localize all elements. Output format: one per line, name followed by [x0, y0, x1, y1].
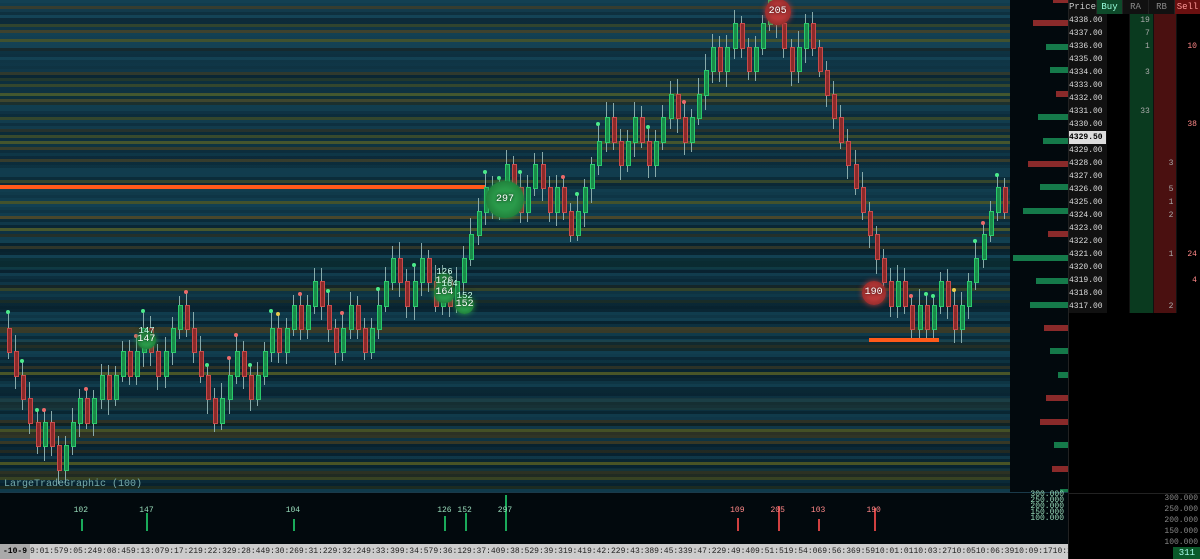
dom-row[interactable]: 4318.00 [1069, 287, 1200, 300]
dom-footer-count: 311 [1173, 547, 1200, 559]
time-tick: 9:51:51 [755, 544, 789, 559]
time-tick: 9:34:57 [400, 544, 434, 559]
time-tick: 9:05:24 [64, 544, 98, 559]
candlesticks [0, 0, 1010, 492]
large-trade-graphic-label: LargeTradeGraphic (100) [4, 479, 142, 490]
vol-bar [465, 513, 467, 531]
vol-bar [444, 516, 446, 531]
time-tick: 9:32:24 [332, 544, 366, 559]
dom-row[interactable]: 4328.003 [1069, 157, 1200, 170]
dom-row[interactable]: 4334.003 [1069, 66, 1200, 79]
time-tick: 9:37:40 [467, 544, 501, 559]
time-tick: 9:33:39 [366, 544, 400, 559]
dom-row[interactable]: 4326.005 [1069, 183, 1200, 196]
time-tick: -10-9 [0, 544, 30, 559]
dom-col-sell[interactable]: Sell [1175, 0, 1200, 14]
dom-row[interactable]: 4329.50 [1069, 131, 1200, 144]
time-tick: 10:06:39 [976, 544, 1014, 559]
dom-col-rb: RB [1149, 0, 1175, 14]
dom-row[interactable]: 4320.00 [1069, 261, 1200, 274]
volume-profile [1010, 0, 1068, 492]
time-tick: 9:42:22 [587, 544, 621, 559]
dom-row[interactable]: 4322.00 [1069, 235, 1200, 248]
time-tick: 9:30:26 [265, 544, 299, 559]
time-tick: 9:41 [568, 544, 587, 559]
time-tick: 9:22:32 [198, 544, 232, 559]
time-tick: 9:47:22 [688, 544, 722, 559]
vol-bar [737, 518, 739, 531]
dom-row[interactable]: 4327.00 [1069, 170, 1200, 183]
time-tick: 9:01:57 [30, 544, 64, 559]
trading-app: [Sim1] Trade 3@4325.00 DPL:0.00P 1471261… [0, 0, 1200, 559]
time-tick: 10:09:17 [1014, 544, 1052, 559]
dom-rows[interactable]: 4338.00194337.0074336.001104335.004334.0… [1069, 14, 1200, 559]
dom-header: Price Buy RA RB Sell [1069, 0, 1200, 14]
vol-bar [81, 519, 83, 531]
dom-row[interactable]: 4332.00 [1069, 92, 1200, 105]
large-trade-bubble: 190 [862, 281, 886, 305]
time-tick: 9:45:33 [654, 544, 688, 559]
time-tick: 9:49:40 [721, 544, 755, 559]
dom-row[interactable]: 4321.00124 [1069, 248, 1200, 261]
depth-of-market[interactable]: Price Buy RA RB Sell 4338.00194337.00743… [1068, 0, 1200, 559]
dom-row[interactable]: 4336.00110 [1069, 40, 1200, 53]
dom-row[interactable]: 4329.00 [1069, 144, 1200, 157]
time-tick: 9:39:31 [534, 544, 568, 559]
dom-row[interactable]: 4319.004 [1069, 274, 1200, 287]
time-tick: 9:59 [856, 544, 875, 559]
time-tick: 9:13:07 [131, 544, 165, 559]
dom-row[interactable]: 4325.001 [1069, 196, 1200, 209]
dom-row[interactable]: 4324.002 [1069, 209, 1200, 222]
time-tick: 9:54:06 [789, 544, 823, 559]
time-tick: 9:08:45 [97, 544, 131, 559]
large-trade-bubble: 297 [486, 181, 523, 218]
time-tick: 10:22:20 [1053, 544, 1068, 559]
time-tick: 9:28:44 [232, 544, 266, 559]
time-axis: -10-99:01:579:05:249:08:459:13:079:17:21… [0, 544, 1068, 559]
time-tick: 9:17:21 [164, 544, 198, 559]
time-tick: 9:56:36 [822, 544, 856, 559]
large-trade-histogram[interactable]: 102147104126152297109205103190100.000150… [0, 492, 1068, 545]
vol-bar [293, 519, 295, 531]
dom-row[interactable]: 4338.0019 [1069, 14, 1200, 27]
time-tick: 9:36:12 [433, 544, 467, 559]
time-tick: 10:01:01 [875, 544, 913, 559]
dom-row[interactable]: 4330.0038 [1069, 118, 1200, 131]
vol-bar [146, 513, 148, 531]
time-tick: 10:03:27 [913, 544, 951, 559]
time-tick: 9:31:22 [299, 544, 333, 559]
dom-col-buy[interactable]: Buy [1097, 0, 1123, 14]
large-trade-bubble: 205 [765, 0, 791, 25]
dom-row[interactable]: 4335.00 [1069, 53, 1200, 66]
time-tick: 9:43:38 [621, 544, 655, 559]
time-tick: 10:05 [952, 544, 976, 559]
dom-row[interactable]: 4317.002 [1069, 300, 1200, 313]
price-chart[interactable]: 147126164152297205190126164152147 LargeT… [0, 0, 1010, 492]
dom-row[interactable]: 4333.00 [1069, 79, 1200, 92]
dom-col-price: Price [1069, 0, 1097, 14]
dom-col-ra: RA [1123, 0, 1149, 14]
vol-bar [818, 519, 820, 531]
dom-row[interactable]: 4337.007 [1069, 27, 1200, 40]
dom-row[interactable]: 4331.0033 [1069, 105, 1200, 118]
time-tick: 9:38:52 [501, 544, 535, 559]
dom-row[interactable]: 4323.00 [1069, 222, 1200, 235]
